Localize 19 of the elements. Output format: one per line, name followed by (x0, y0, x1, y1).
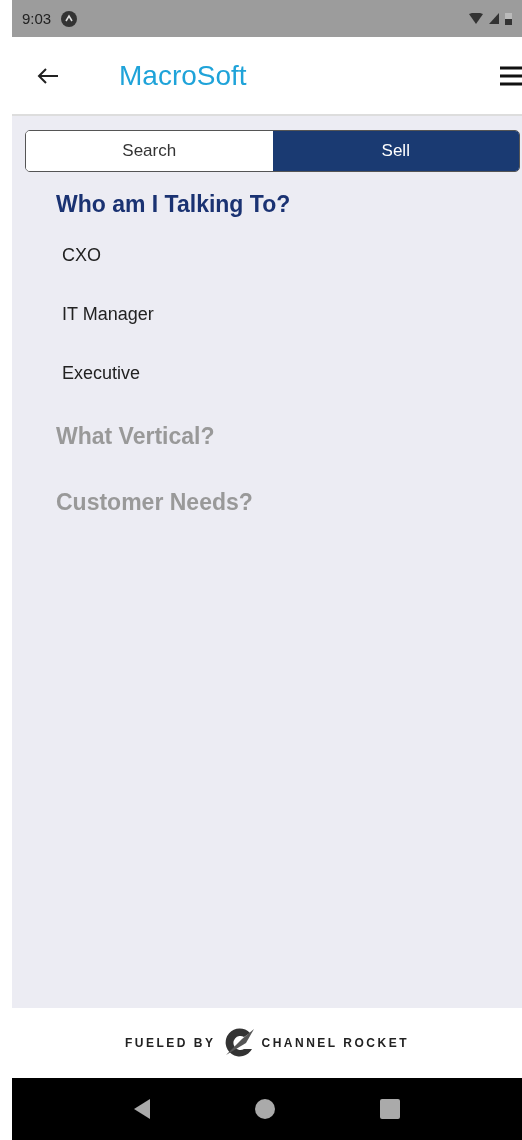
menu-icon[interactable] (500, 65, 522, 86)
list-item[interactable]: Executive (25, 344, 141, 403)
back-arrow-icon[interactable] (37, 66, 59, 85)
list-item[interactable]: CXO (25, 226, 101, 285)
footer-text: CHANNEL ROCKET (261, 1036, 409, 1050)
wifi-icon (469, 13, 483, 24)
section-heading[interactable]: Who am I Talking To? (25, 182, 291, 226)
app-notification-icon (61, 10, 78, 27)
status-time: 9:03 (22, 10, 52, 27)
footer-text: FUELED BY (125, 1036, 216, 1050)
app-title: MacroSoft (119, 59, 247, 92)
battery-icon (505, 12, 512, 25)
back-nav-icon[interactable] (134, 1099, 151, 1119)
tab[interactable]: Search (26, 131, 273, 171)
tab[interactable]: Sell (272, 131, 519, 171)
signal-icon (489, 13, 499, 24)
home-nav-icon[interactable] (255, 1099, 275, 1119)
recents-nav-icon[interactable] (379, 1099, 400, 1119)
list-item[interactable]: IT Manager (25, 285, 154, 344)
